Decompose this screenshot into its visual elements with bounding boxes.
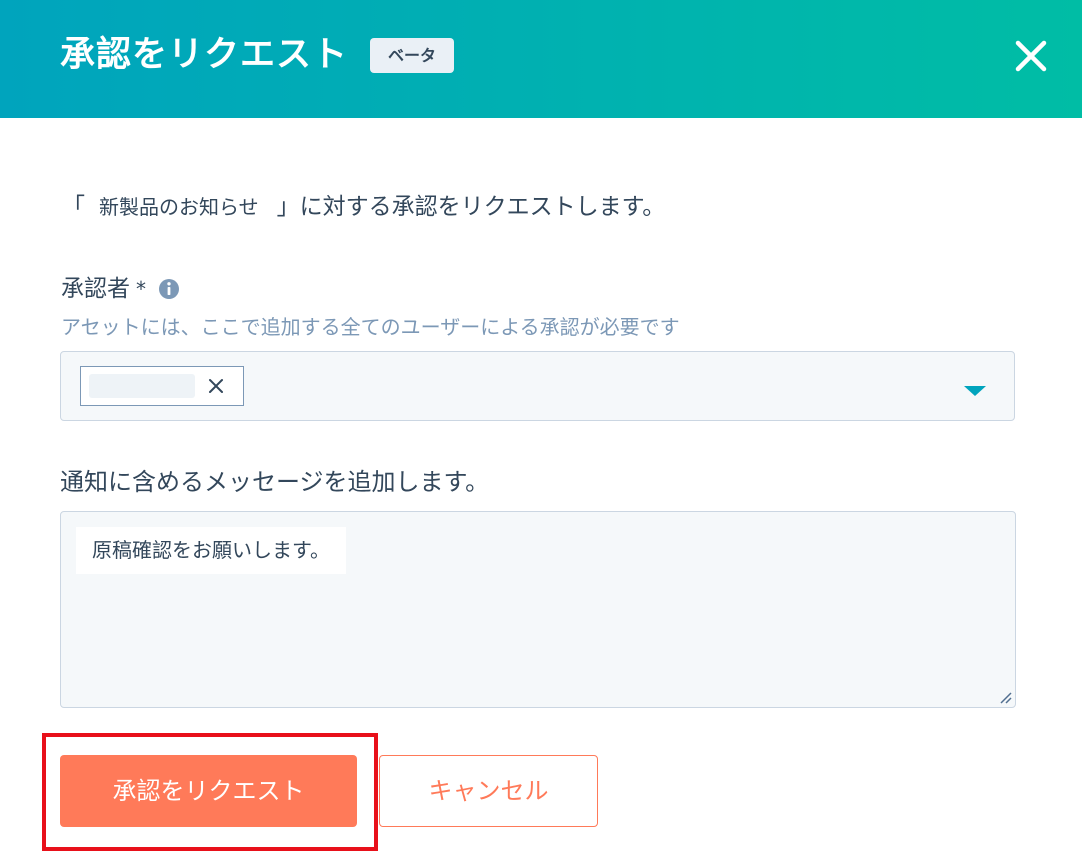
approvers-label-row: 承認者 * (61, 272, 180, 306)
dialog-title: 承認をリクエスト (60, 35, 349, 75)
message-label: 通知に含めるメッセージを追加します。 (60, 468, 490, 496)
approval-request-dialog: 承認をリクエスト ベータ 「新製品のお知らせ 」に対する承認をリクエストします。 … (0, 0, 1082, 858)
required-mark: * (136, 277, 146, 301)
close-button[interactable] (1006, 31, 1056, 81)
close-icon (1015, 40, 1047, 72)
close-icon (209, 379, 223, 393)
intro-message: 」に対する承認をリクエストします。 (276, 194, 666, 220)
dialog-header: 承認をリクエスト ベータ (0, 0, 1082, 118)
cancel-button[interactable]: キャンセル (379, 755, 598, 827)
request-approval-button[interactable]: 承認をリクエスト (60, 755, 357, 827)
approver-chip-name (89, 374, 195, 398)
resize-grip-icon[interactable] (998, 690, 1012, 704)
info-icon[interactable] (158, 278, 180, 300)
approvers-help-text: アセットには、ここで追加する全てのユーザーによる承認が必要です (61, 315, 680, 339)
approvers-label: 承認者 (61, 276, 130, 302)
beta-badge: ベータ (370, 38, 454, 73)
asset-name: 新製品のお知らせ (99, 195, 259, 219)
message-textarea[interactable]: 原稿確認をお願いします。 (60, 511, 1016, 708)
message-value: 原稿確認をお願いします。 (76, 527, 346, 574)
caret-down-icon (964, 386, 986, 396)
dropdown-toggle[interactable] (963, 382, 987, 396)
approvers-select[interactable] (60, 351, 1015, 421)
approver-chip (80, 366, 244, 406)
approver-remove-button[interactable] (207, 377, 225, 395)
intro-text: 「新製品のお知らせ 」に対する承認をリクエストします。 (62, 190, 665, 224)
intro-open-bracket: 「 (62, 194, 85, 220)
